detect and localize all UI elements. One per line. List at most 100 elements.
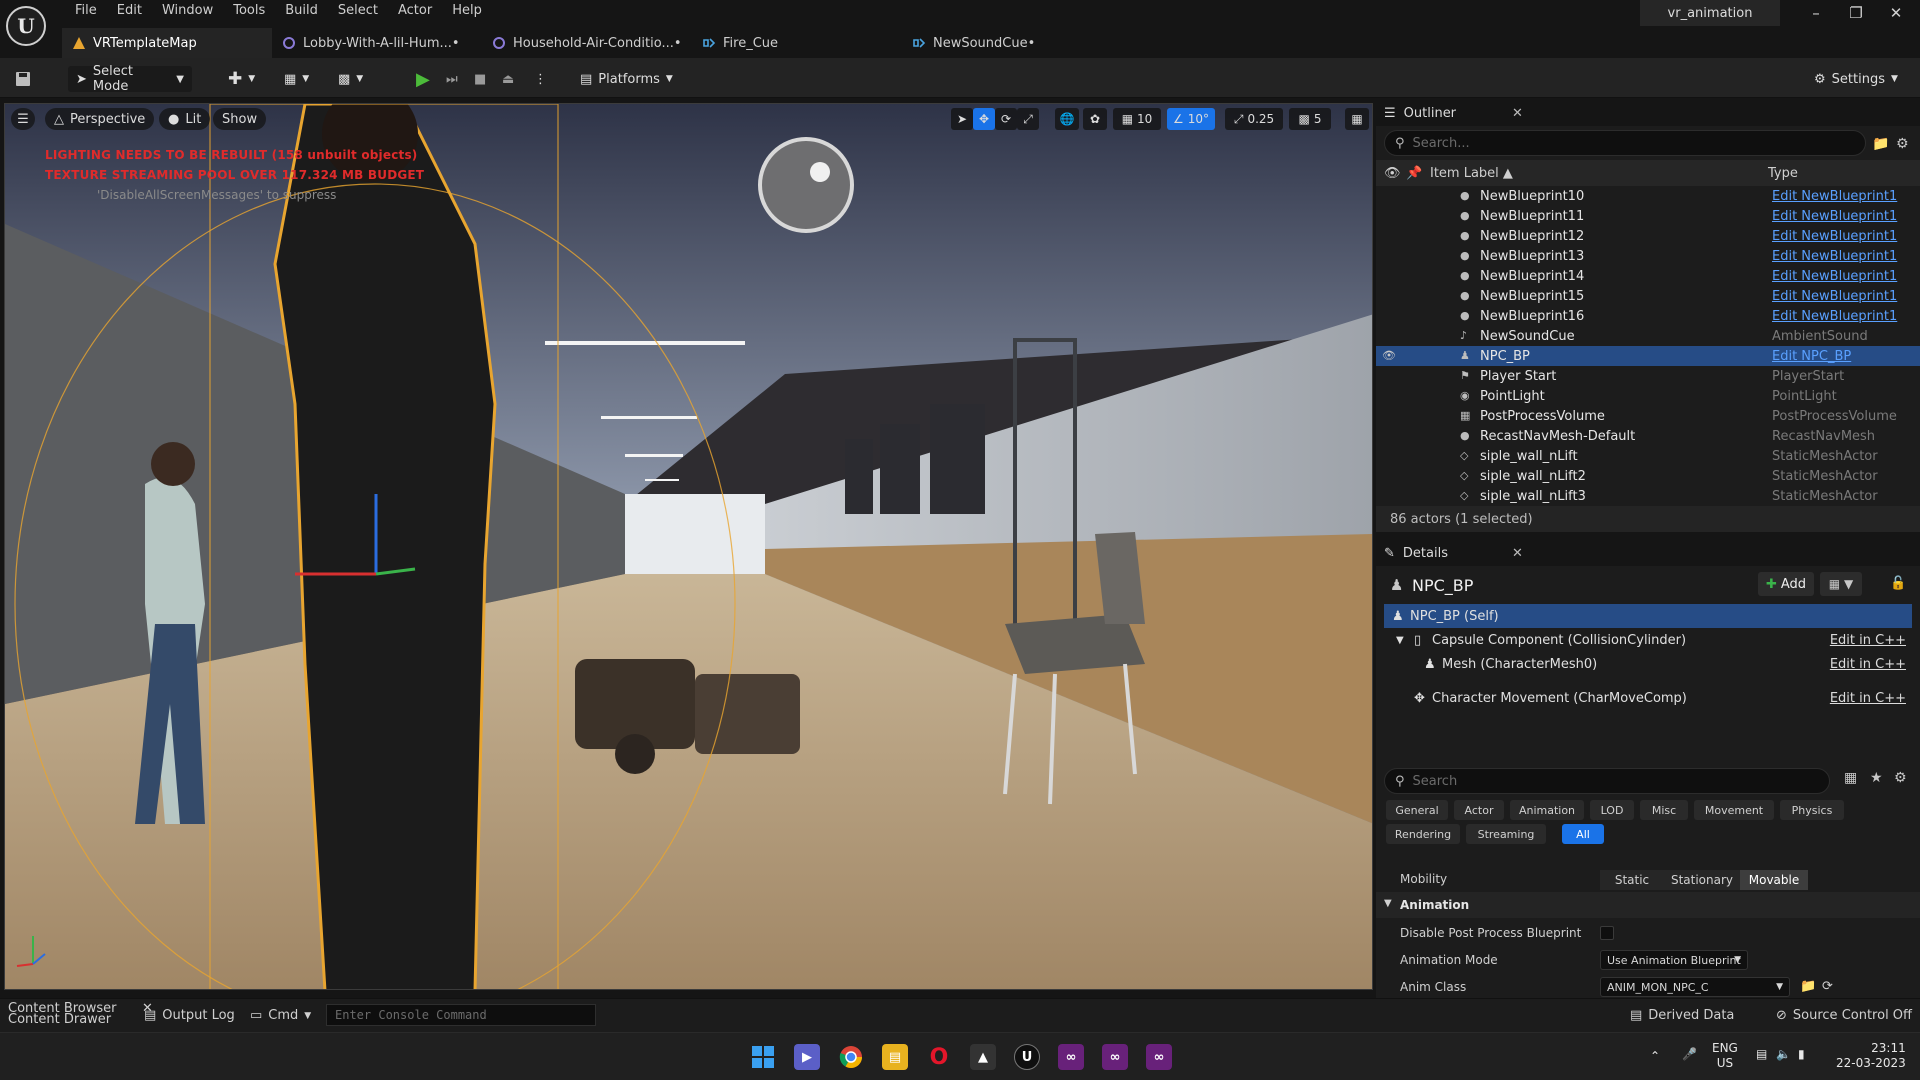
table-view-icon[interactable]: ▦ xyxy=(1844,770,1857,786)
outliner-row[interactable]: ● NewBlueprint12 Edit NewBlueprint1 xyxy=(1376,226,1920,246)
tab-lobby[interactable]: Lobby-With-A-lil-Hum...• xyxy=(272,28,482,58)
blueprint-options-button[interactable]: ▦ ▼ xyxy=(1820,572,1862,596)
pin-icon[interactable]: 📌 xyxy=(1406,166,1422,181)
component-movement[interactable]: ✥ Character Movement (CharMoveComp) Edit… xyxy=(1376,686,1920,710)
mobility-movable[interactable]: Movable xyxy=(1740,870,1808,890)
chrome-icon[interactable] xyxy=(838,1044,864,1070)
outliner-row[interactable]: ◇ siple_wall_nLift2 StaticMeshActor xyxy=(1376,466,1920,486)
lit-button[interactable]: ● Lit xyxy=(159,108,211,130)
mobility-static[interactable]: Static xyxy=(1600,870,1664,890)
item-label-header[interactable]: Item Label ▲ xyxy=(1430,166,1513,181)
outliner-row[interactable]: ♪ NewSoundCue AmbientSound xyxy=(1376,326,1920,346)
edit-in-cpp-link[interactable]: Edit in C++ xyxy=(1830,691,1906,706)
opera-icon[interactable]: O xyxy=(926,1044,952,1070)
chevron-up-icon[interactable]: ⌃ xyxy=(1650,1049,1660,1063)
menu-window[interactable]: Window xyxy=(153,0,222,24)
show-button[interactable]: Show xyxy=(213,108,267,130)
edit-in-cpp-link[interactable]: Edit in C++ xyxy=(1830,633,1906,648)
blueprint-icon[interactable]: ▦ ▼ xyxy=(284,66,309,92)
edit-blueprint-link[interactable]: Edit NewBlueprint1 xyxy=(1772,309,1897,324)
camera-speed-button[interactable]: ▩ 5 xyxy=(1289,108,1331,130)
tab-fire-cue[interactable]: Fire_Cue xyxy=(692,28,902,58)
filter-all[interactable]: All xyxy=(1562,824,1604,844)
outliner-row[interactable]: ● NewBlueprint15 Edit NewBlueprint1 xyxy=(1376,286,1920,306)
platforms-dropdown[interactable]: ▤ Platforms ▼ xyxy=(580,66,673,92)
outliner-row[interactable]: ● NewBlueprint10 Edit NewBlueprint1 xyxy=(1376,186,1920,206)
cmd-dropdown[interactable]: ▭ Cmd ▼ xyxy=(250,1008,311,1023)
derived-data-button[interactable]: ▤ Derived Data xyxy=(1630,1008,1734,1023)
play-button[interactable]: ▶ xyxy=(416,66,430,92)
gear-icon[interactable]: ⚙ xyxy=(1896,136,1909,152)
surface-snap-icon[interactable]: ✿ xyxy=(1083,108,1107,130)
cinematics-icon[interactable]: ▩ ▼ xyxy=(338,66,363,92)
component-mesh[interactable]: ♟ Mesh (CharacterMesh0) Edit in C++ xyxy=(1376,652,1920,676)
more-options-icon[interactable]: ⋮ xyxy=(534,66,547,92)
tab-vrtemplatemap[interactable]: VRTemplateMap xyxy=(62,28,272,58)
tab-newsoundcue[interactable]: NewSoundCue• xyxy=(902,28,1112,58)
outliner-row[interactable]: ● NewBlueprint13 Edit NewBlueprint1 xyxy=(1376,246,1920,266)
hamburger-menu-icon[interactable]: ☰ xyxy=(11,108,35,130)
tab-household[interactable]: Household-Air-Conditio...• xyxy=(482,28,692,58)
menu-edit[interactable]: Edit xyxy=(108,0,151,24)
filter-rendering[interactable]: Rendering xyxy=(1386,824,1460,844)
edit-blueprint-link[interactable]: Edit NewBlueprint1 xyxy=(1772,289,1897,304)
scale-snap-toggle[interactable]: ⤢ 0.25 xyxy=(1225,108,1283,130)
outliner-row[interactable]: ● RecastNavMesh-Default RecastNavMesh xyxy=(1376,426,1920,446)
minimize-button[interactable]: – xyxy=(1796,4,1836,24)
visual-studio-icon[interactable]: ∞ xyxy=(1058,1044,1084,1070)
filter-general[interactable]: General xyxy=(1386,800,1448,820)
menu-help[interactable]: Help xyxy=(443,0,491,24)
console-input[interactable]: Enter Console Command xyxy=(326,1004,596,1026)
select-tool-icon[interactable]: ➤ xyxy=(951,108,973,130)
menu-select[interactable]: Select xyxy=(329,0,387,24)
outliner-row[interactable]: ◉ PointLight PointLight xyxy=(1376,386,1920,406)
perspective-button[interactable]: △ Perspective xyxy=(45,108,155,130)
edit-blueprint-link[interactable]: Edit NewBlueprint1 xyxy=(1772,249,1897,264)
edit-blueprint-link[interactable]: Edit NewBlueprint1 xyxy=(1772,209,1897,224)
star-icon[interactable]: ★ xyxy=(1870,770,1883,786)
rotate-tool-icon[interactable]: ⟳ xyxy=(995,108,1017,130)
close-button[interactable]: ✕ xyxy=(1876,4,1916,24)
filter-lod[interactable]: LOD xyxy=(1590,800,1634,820)
outliner-search-input[interactable]: ⚲ Search... xyxy=(1384,130,1866,156)
clock[interactable]: 23:11 22-03-2023 xyxy=(1836,1041,1906,1071)
outliner-row[interactable]: ● NewBlueprint14 Edit NewBlueprint1 xyxy=(1376,266,1920,286)
filter-misc[interactable]: Misc xyxy=(1640,800,1688,820)
eject-button[interactable]: ⏏ xyxy=(502,66,514,92)
volume-icon[interactable]: 🔈 xyxy=(1776,1047,1791,1061)
language-indicator[interactable]: ENG US xyxy=(1712,1041,1738,1071)
unreal-engine-icon[interactable]: U xyxy=(1014,1044,1040,1070)
disable-pp-checkbox[interactable] xyxy=(1600,926,1614,940)
select-mode-dropdown[interactable]: ➤ Select Mode ▼ xyxy=(68,64,192,94)
anim-mode-dropdown[interactable]: Use Animation Blueprint ▼ xyxy=(1600,950,1748,970)
source-control-button[interactable]: ⊘ Source Control Off xyxy=(1776,1008,1912,1023)
step-button[interactable]: ⏭ xyxy=(446,66,458,92)
menu-actor[interactable]: Actor xyxy=(389,0,441,24)
output-log-button[interactable]: ▤ Output Log xyxy=(144,1008,235,1023)
reset-icon[interactable]: ⟳ xyxy=(1822,979,1833,994)
add-component-button[interactable]: ✚ Add xyxy=(1758,572,1814,596)
gear-icon[interactable]: ⚙ xyxy=(1894,770,1907,786)
component-capsule[interactable]: ▼ ▯ Capsule Component (CollisionCylinder… xyxy=(1376,628,1920,652)
edit-blueprint-link[interactable]: Edit NPC_BP xyxy=(1772,349,1851,364)
outliner-row[interactable]: ◇ siple_wall_nLift StaticMeshActor xyxy=(1376,446,1920,466)
settings-dropdown[interactable]: ⚙ Settings ▼ xyxy=(1814,66,1898,92)
teams-icon[interactable]: ▶ xyxy=(794,1044,820,1070)
mobility-stationary[interactable]: Stationary xyxy=(1664,870,1740,890)
filter-movement[interactable]: Movement xyxy=(1694,800,1774,820)
level-viewport[interactable]: LIGHTING NEEDS TO BE REBUILT (158 unbuil… xyxy=(4,103,1373,990)
edit-blueprint-link[interactable]: Edit NewBlueprint1 xyxy=(1772,189,1897,204)
rotation-snap-toggle[interactable]: ∠ 10° xyxy=(1167,108,1215,130)
windows-start-icon[interactable] xyxy=(750,1044,776,1070)
unreal-logo-icon[interactable]: U xyxy=(6,6,46,46)
file-explorer-icon[interactable]: ▤ xyxy=(882,1044,908,1070)
visual-studio-icon[interactable]: ∞ xyxy=(1102,1044,1128,1070)
restore-button[interactable]: ❐ xyxy=(1836,4,1876,24)
network-icon[interactable]: ▤ xyxy=(1756,1047,1767,1061)
stop-button[interactable]: ■ xyxy=(474,66,486,92)
component-self[interactable]: ♟ NPC_BP (Self) xyxy=(1384,604,1912,628)
layout-icon[interactable]: ▦ xyxy=(1345,108,1369,130)
type-header[interactable]: Type xyxy=(1768,166,1798,181)
filter-actor[interactable]: Actor xyxy=(1454,800,1504,820)
save-icon[interactable] xyxy=(14,66,32,92)
